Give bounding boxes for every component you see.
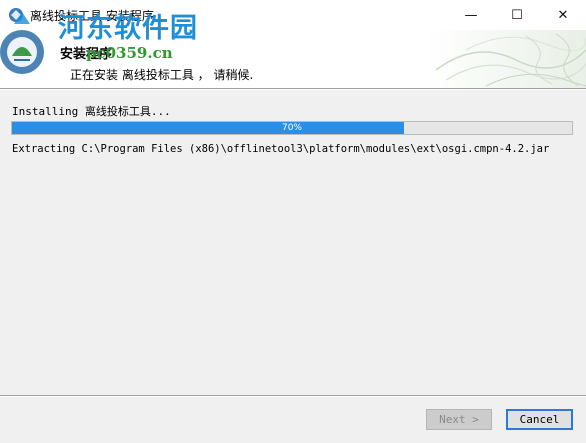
watermark-url: pc0359.cn	[86, 44, 173, 62]
close-button[interactable]: ✕	[540, 0, 586, 30]
progress-percent-label: 70%	[281, 123, 302, 133]
cancel-button[interactable]: Cancel	[506, 409, 573, 430]
install-detail-text: Extracting C:\Program Files (x86)\offlin…	[12, 143, 550, 155]
install-status-text: Installing 离线投标工具...	[12, 105, 171, 118]
close-icon: ✕	[557, 7, 569, 23]
maximize-button[interactable]: ☐	[494, 0, 540, 30]
watermark-logo-icon	[0, 12, 44, 74]
minimize-button[interactable]: —	[448, 0, 494, 30]
header-subtitle: 正在安装 离线投标工具 ， 请稍候.	[70, 68, 254, 82]
minimize-icon: —	[464, 7, 478, 23]
header-decoration-image	[426, 30, 586, 88]
watermark-site-name: 河东软件园	[58, 13, 198, 44]
next-button[interactable]: Next >	[426, 409, 492, 430]
install-progress-bar: 70%	[11, 121, 573, 135]
maximize-icon: ☐	[511, 7, 523, 23]
